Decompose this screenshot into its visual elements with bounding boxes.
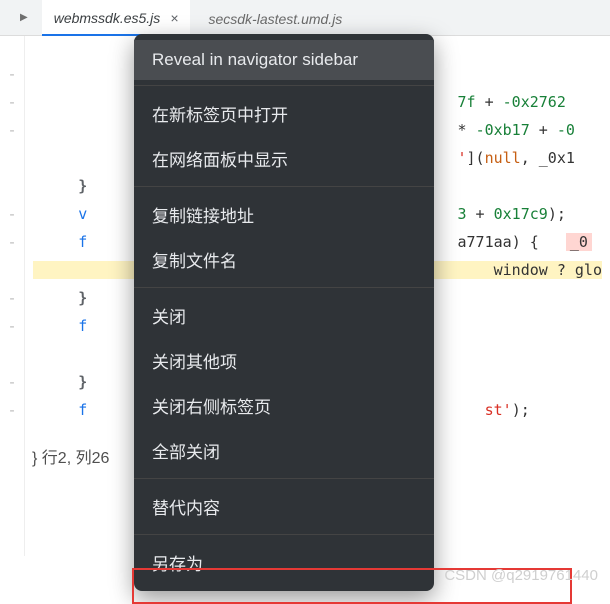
menu-separator [134,186,434,187]
watermark: CSDN @q2919761440 [444,567,598,584]
tab-context-menu: Reveal in navigator sidebar 在新标签页中打开 在网络… [134,34,434,591]
menu-overrides[interactable]: 替代内容 [134,484,434,529]
tab-bar: ▶ webmssdk.es5.js × secsdk-lastest.umd.j… [0,0,610,36]
menu-copy-link[interactable]: 复制链接地址 [134,192,434,237]
menu-close[interactable]: 关闭 [134,293,434,338]
menu-save-as[interactable]: 另存为 [134,540,434,585]
status-bar: } 行2, 列26 [32,444,109,468]
menu-reveal-in-network[interactable]: 在网络面板中显示 [134,136,434,181]
menu-close-all[interactable]: 全部关闭 [134,428,434,473]
tab-label: secsdk-lastest.umd.js [208,11,342,27]
menu-close-others[interactable]: 关闭其他项 [134,338,434,383]
tab-secsdk[interactable]: secsdk-lastest.umd.js [196,0,354,36]
menu-open-new-tab[interactable]: 在新标签页中打开 [134,91,434,136]
menu-copy-filename[interactable]: 复制文件名 [134,237,434,282]
menu-separator [134,478,434,479]
menu-separator [134,287,434,288]
fold-gutter: - - - - - - - - - [0,36,25,556]
close-icon[interactable]: × [170,10,178,26]
tab-label: webmssdk.es5.js [54,10,161,26]
dropdown-icon[interactable]: ▶ [20,12,28,23]
tab-webmssdk[interactable]: webmssdk.es5.js × [42,0,191,36]
menu-separator [134,85,434,86]
menu-reveal-in-sidebar[interactable]: Reveal in navigator sidebar [134,40,434,80]
menu-close-right[interactable]: 关闭右侧标签页 [134,383,434,428]
menu-separator [134,534,434,535]
